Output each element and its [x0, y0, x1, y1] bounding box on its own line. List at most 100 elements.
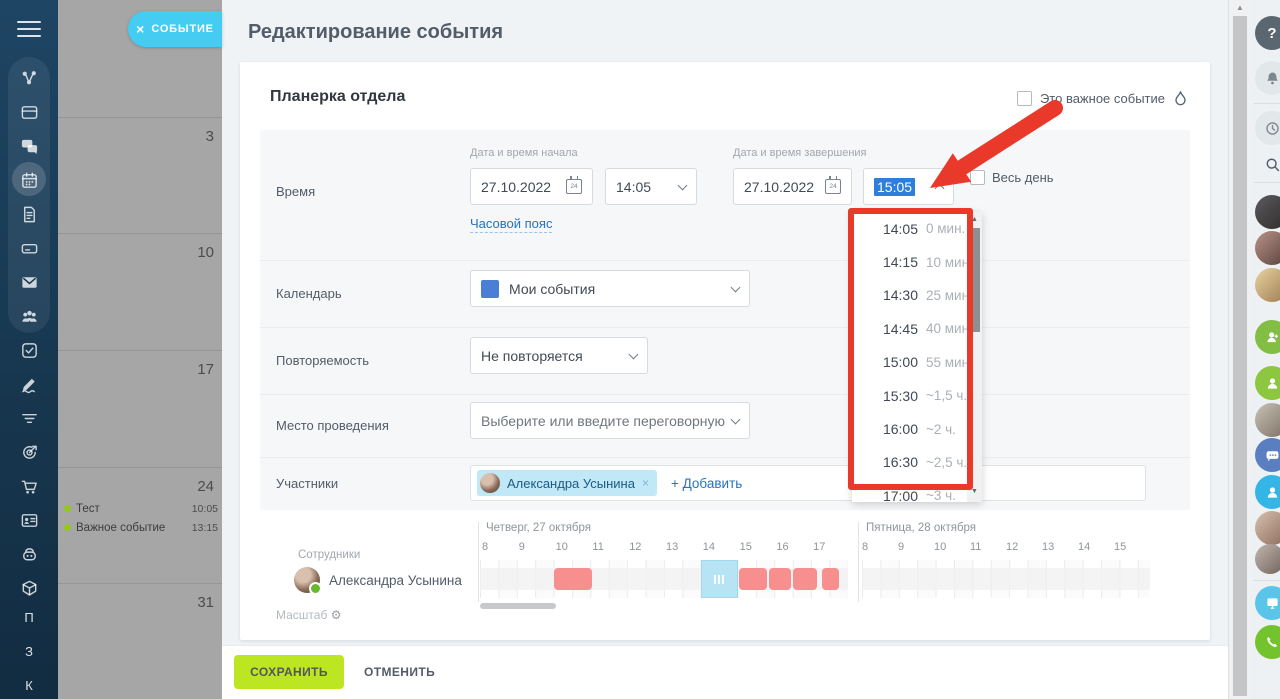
add-contact-icon[interactable] [1255, 475, 1280, 509]
timeline-grid-thursday[interactable] [480, 560, 848, 598]
avatar[interactable] [1255, 544, 1280, 574]
live-feed-icon[interactable] [0, 63, 58, 93]
timeline-grid-friday[interactable] [862, 560, 1150, 598]
tasks-icon[interactable] [0, 335, 58, 365]
background-calendar: 3 10 17 24 Тест 10:05 Важное событие 13:… [58, 0, 222, 699]
event-edit-slider: Редактирование события Планерка отдела Э… [222, 0, 1228, 699]
sidebar-item-k[interactable]: К [0, 678, 58, 693]
close-event-slider-button[interactable]: × СОБЫТИЕ [128, 11, 222, 47]
location-select[interactable]: Выберите или введите переговорную [470, 402, 750, 439]
repeat-select[interactable]: Не повторяется [470, 337, 648, 374]
start-time-field[interactable]: 14:05 [605, 168, 697, 205]
divider [260, 260, 1190, 261]
event-name-input[interactable]: Планерка отдела [270, 88, 405, 106]
add-employee-icon[interactable] [1255, 366, 1280, 400]
group-chat-icon[interactable] [1255, 438, 1280, 472]
calendar-week-row[interactable]: 10 [58, 233, 222, 350]
attendees-input[interactable]: Александра Усынина × + Добавить [470, 465, 1146, 501]
scroll-down-icon[interactable]: ▼ [967, 488, 982, 495]
end-time-value-selected[interactable]: 15:05 [874, 178, 915, 196]
close-icon[interactable]: × [136, 21, 144, 37]
time-option[interactable]: 16:00~2 ч. [852, 412, 982, 445]
attendee-chip[interactable]: Александра Усынина × [477, 470, 657, 496]
scroll-up-icon[interactable]: ▲ [967, 216, 982, 223]
avatar[interactable] [1255, 268, 1280, 302]
invite-user-icon[interactable] [1255, 320, 1280, 354]
sign-icon[interactable] [0, 369, 58, 399]
chevron-down-icon[interactable] [629, 349, 639, 359]
calendar-week-row[interactable]: 31 [58, 583, 222, 699]
feed-icon[interactable] [0, 403, 58, 433]
event-time-slot[interactable] [701, 560, 738, 598]
time-option[interactable]: 14:1510 мин. [852, 245, 982, 278]
calendar-select[interactable]: Мои события [470, 270, 750, 307]
desktop-app-icon[interactable] [1255, 586, 1280, 620]
contacts-icon[interactable] [0, 505, 58, 535]
calendar-week-row[interactable]: 24 Тест 10:05 Важное событие 13:15 [58, 467, 222, 583]
busy-block [822, 568, 839, 590]
drive-icon[interactable] [0, 233, 58, 263]
mail-icon[interactable] [0, 267, 58, 297]
time-option[interactable]: 14:3025 мин. [852, 279, 982, 312]
save-button[interactable]: СОХРАНИТЬ [234, 655, 344, 689]
chevron-down-icon[interactable] [731, 282, 741, 292]
calendar-week-row[interactable]: 17 [58, 350, 222, 467]
timeline-scrollbar[interactable] [480, 603, 556, 609]
avatar[interactable] [1255, 231, 1280, 265]
search-icon[interactable] [1255, 147, 1280, 181]
scrollbar-thumb[interactable] [969, 228, 980, 332]
avatar[interactable] [1255, 511, 1280, 545]
sidebar-item-z[interactable]: З [0, 644, 58, 659]
automation-icon[interactable] [0, 539, 58, 569]
divider [478, 522, 479, 602]
messenger-icon[interactable] [0, 131, 58, 161]
add-attendee-button[interactable]: + Добавить [671, 476, 742, 491]
cancel-button[interactable]: ОТМЕНИТЬ [364, 665, 435, 679]
end-time-field[interactable]: 15:05 [863, 168, 954, 205]
apps-icon[interactable] [0, 573, 58, 603]
checkbox-box[interactable] [970, 170, 985, 185]
scrollbar-thumb[interactable] [1233, 16, 1247, 696]
time-option[interactable]: 15:30~1,5 ч. [852, 379, 982, 412]
important-event-checkbox[interactable]: Это важное событие [1017, 90, 1188, 107]
calendar-picker-icon[interactable]: 24 [566, 179, 582, 194]
time-option[interactable]: 14:050 мин. [852, 212, 982, 245]
divider [260, 457, 1190, 458]
scale-control: Масштаб ⚙ [276, 608, 341, 622]
all-day-checkbox[interactable]: Весь день [970, 170, 1054, 185]
calendar-picker-icon[interactable]: 24 [825, 179, 841, 194]
page-scrollbar[interactable]: ▲ [1228, 0, 1250, 699]
calendar-week-row[interactable]: 3 [58, 117, 222, 233]
tasks-board-icon[interactable] [0, 97, 58, 127]
history-icon[interactable] [1255, 111, 1280, 145]
crm-icon[interactable] [0, 437, 58, 467]
phone-call-icon[interactable] [1255, 625, 1280, 659]
help-icon[interactable]: ? [1255, 16, 1280, 50]
avatar[interactable] [1255, 403, 1280, 437]
avatar[interactable] [1255, 195, 1280, 229]
time-option[interactable]: 14:4540 мин. [852, 312, 982, 345]
chevron-up-icon[interactable] [935, 184, 945, 194]
time-option[interactable]: 17:00~3 ч. [852, 479, 982, 502]
chevron-down-icon[interactable] [731, 414, 741, 424]
gear-icon[interactable]: ⚙ [331, 608, 342, 622]
menu-icon[interactable] [17, 21, 41, 37]
scroll-up-icon[interactable]: ▲ [1229, 3, 1251, 12]
calendar-event[interactable]: Тест 10:05 [64, 501, 218, 516]
chevron-down-icon[interactable] [678, 180, 688, 190]
documents-icon[interactable] [0, 199, 58, 229]
remove-attendee-icon[interactable]: × [642, 476, 649, 490]
calendar-icon[interactable] [0, 165, 58, 195]
dropdown-scrollbar[interactable]: ▲ ▼ [967, 212, 982, 502]
sidebar-item-p[interactable]: П [0, 610, 58, 625]
end-date-field[interactable]: 27.10.2022 24 [733, 168, 852, 205]
calendar-event[interactable]: Важное событие 13:15 [64, 520, 218, 535]
time-option[interactable]: 15:0055 мин. [852, 346, 982, 379]
timezone-link[interactable]: Часовой пояс [470, 216, 552, 233]
notifications-icon[interactable] [1255, 61, 1280, 95]
start-date-field[interactable]: 27.10.2022 24 [470, 168, 593, 205]
employees-icon[interactable] [0, 301, 58, 331]
checkbox-box[interactable] [1017, 91, 1032, 106]
time-option[interactable]: 16:30~2,5 ч. [852, 446, 982, 479]
shop-icon[interactable] [0, 471, 58, 501]
